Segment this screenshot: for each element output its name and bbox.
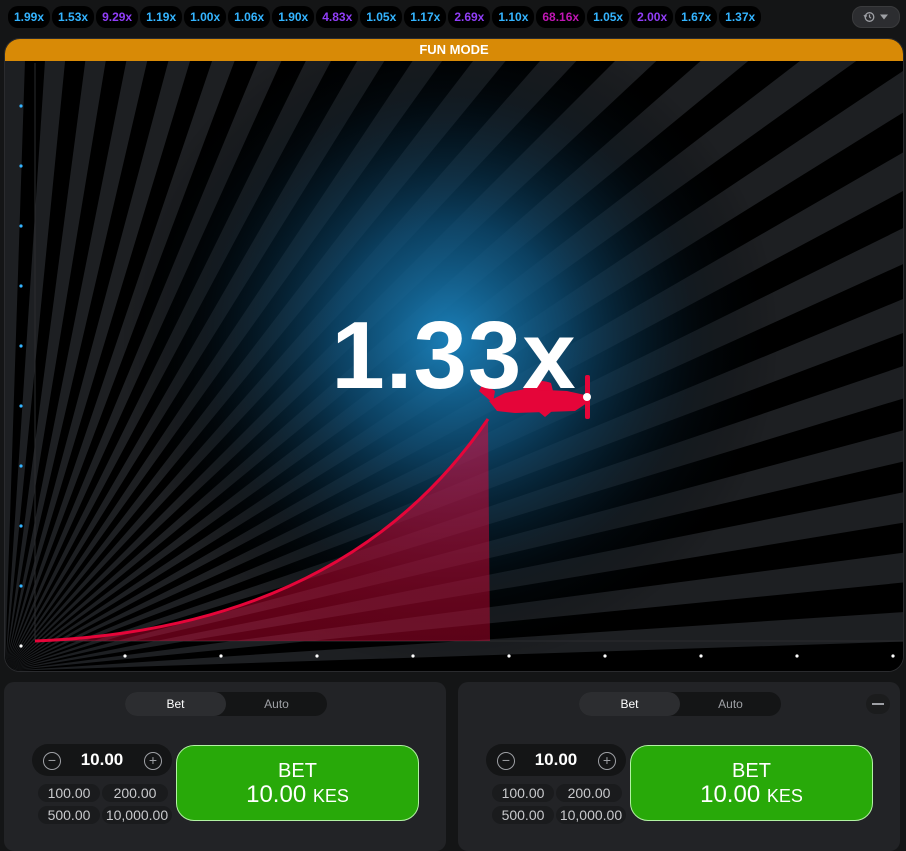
- history-clock-icon: [863, 12, 875, 22]
- bet-button-label: BET: [278, 760, 317, 782]
- history-chip: 1.53x: [52, 6, 95, 28]
- history-chip: 1.90x: [272, 6, 315, 28]
- history-chip: 1.67x: [675, 6, 718, 28]
- history-chip: 1.06x: [228, 6, 271, 28]
- fun-mode-banner: FUN MODE: [5, 39, 903, 61]
- history-chip: 1.10x: [492, 6, 535, 28]
- stake-input[interactable]: 10.00: [66, 744, 138, 776]
- y-axis-dot: [19, 104, 23, 108]
- stake-stepper: − 10.00 +: [486, 744, 626, 776]
- bet-panel-2: Bet Auto − 10.00 + 100.00 200.00 500.00 …: [458, 682, 900, 851]
- x-axis-dot: [699, 654, 703, 658]
- game-stage: FUN MODE 1.33x: [4, 38, 904, 672]
- history-chip: 9.29x: [96, 6, 139, 28]
- x-axis-dot: [411, 654, 415, 658]
- decrease-stake-button[interactable]: −: [43, 752, 61, 770]
- tab-bet[interactable]: Bet: [579, 692, 680, 716]
- history-list: 1.99x 1.53x 9.29x 1.19x 1.00x 1.06x 1.90…: [8, 6, 762, 28]
- quick-amount-button[interactable]: 200.00: [556, 784, 622, 802]
- bet-button-amount: 10.00 KES: [700, 781, 803, 808]
- decrease-stake-button[interactable]: −: [497, 752, 515, 770]
- bet-mode-tabs: Bet Auto: [579, 692, 781, 716]
- chevron-down-icon: [880, 14, 888, 20]
- x-axis-dot: [123, 654, 127, 658]
- bet-button[interactable]: BET 10.00 KES: [176, 745, 419, 821]
- tab-bet[interactable]: Bet: [125, 692, 226, 716]
- y-axis-dot: [19, 644, 23, 648]
- history-chip: 1.37x: [719, 6, 762, 28]
- y-axis-dot: [19, 584, 23, 588]
- x-axis-dot: [603, 654, 607, 658]
- y-axis-dot: [19, 464, 23, 468]
- current-multiplier: 1.33x: [331, 302, 577, 409]
- bet-panel-1: Bet Auto − 10.00 + 100.00 200.00 500.00 …: [4, 682, 446, 851]
- quick-amount-button[interactable]: 500.00: [38, 806, 100, 824]
- history-chip: 1.19x: [140, 6, 183, 28]
- bet-button-label: BET: [732, 760, 771, 782]
- history-chip: 68.16x: [536, 6, 586, 28]
- x-axis-dot: [795, 654, 799, 658]
- tab-auto[interactable]: Auto: [226, 692, 327, 716]
- history-chip: 1.05x: [587, 6, 630, 28]
- quick-amount-button[interactable]: 500.00: [492, 806, 554, 824]
- x-axis-dot: [891, 654, 895, 658]
- multiplier-history-bar: 1.99x 1.53x 9.29x 1.19x 1.00x 1.06x 1.90…: [0, 0, 906, 34]
- quick-amount-button[interactable]: 10,000.00: [102, 806, 172, 824]
- history-chip: 1.00x: [184, 6, 227, 28]
- x-axis-dot: [315, 654, 319, 658]
- history-chip: 2.00x: [631, 6, 674, 28]
- quick-amount-button[interactable]: 100.00: [38, 784, 100, 802]
- stake-input[interactable]: 10.00: [520, 744, 592, 776]
- history-chip: 1.05x: [360, 6, 403, 28]
- y-axis-dot: [19, 284, 23, 288]
- increase-stake-button[interactable]: +: [144, 752, 162, 770]
- quick-amount-button[interactable]: 100.00: [492, 784, 554, 802]
- bet-button[interactable]: BET 10.00 KES: [630, 745, 873, 821]
- history-chip: 1.17x: [404, 6, 447, 28]
- x-axis-dot: [219, 654, 223, 658]
- history-chip: 2.69x: [448, 6, 491, 28]
- y-axis-dot: [19, 224, 23, 228]
- remove-bet-panel-button[interactable]: [866, 694, 890, 714]
- history-toggle-button[interactable]: [852, 6, 900, 28]
- stake-stepper: − 10.00 +: [32, 744, 172, 776]
- history-chip: 1.99x: [8, 6, 51, 28]
- increase-stake-button[interactable]: +: [598, 752, 616, 770]
- quick-amount-button[interactable]: 10,000.00: [556, 806, 626, 824]
- tab-auto[interactable]: Auto: [680, 692, 781, 716]
- bet-mode-tabs: Bet Auto: [125, 692, 327, 716]
- y-axis-dot: [19, 524, 23, 528]
- x-axis-dot: [507, 654, 511, 658]
- history-chip: 4.83x: [316, 6, 359, 28]
- y-axis-dot: [19, 164, 23, 168]
- quick-amount-button[interactable]: 200.00: [102, 784, 168, 802]
- minus-icon: [872, 703, 884, 705]
- bet-button-amount: 10.00 KES: [246, 781, 349, 808]
